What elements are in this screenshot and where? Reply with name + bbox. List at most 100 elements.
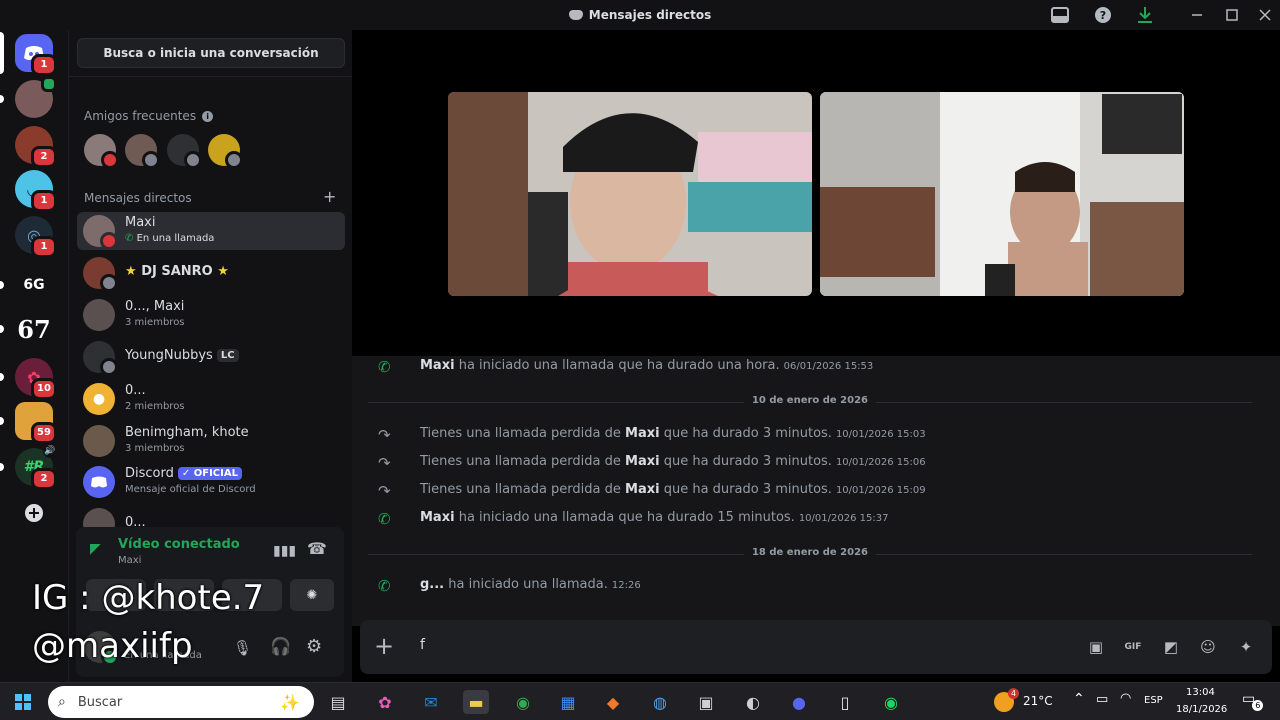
taskbar-search[interactable]: ⌕ Buscar ✨	[48, 686, 314, 718]
fl-studio-icon[interactable]: ◆	[600, 690, 626, 714]
discord-avatar	[83, 466, 115, 498]
video-tile-1[interactable]	[448, 92, 812, 296]
server-2-icon[interactable]: 2	[15, 126, 57, 168]
store-icon[interactable]: ▦	[555, 690, 581, 714]
minimize-icon[interactable]	[1187, 5, 1207, 25]
dm-item-maxi[interactable]: Maxi ✆ En una llamada	[77, 212, 345, 250]
dm-item-discord[interactable]: Discord ✓ OFICIAL Mensaje oficial de Disc…	[77, 463, 345, 501]
close-icon[interactable]	[1255, 5, 1275, 25]
gift-icon[interactable]: ▣	[1086, 637, 1106, 657]
windows-taskbar: ⌕ Buscar ✨ ▤ ✿ ✉ ▬ ◉ ▦ ◆ ◍ ▣ ◐ ● ▯ ◉ 4 2…	[0, 682, 1280, 720]
call-started-icon: ✆	[378, 577, 391, 595]
sound-wave-icon[interactable]: ▮▮▮	[273, 543, 296, 559]
overlay-instagram-handle: IG : @khote.7	[32, 578, 265, 618]
server-67-icon[interactable]: 67	[0, 310, 53, 348]
server-8-icon[interactable]: ✿ 10	[0, 358, 57, 400]
dm-item-group-2[interactable]: ● 0... 2 miembros	[77, 380, 345, 418]
obs-icon[interactable]: ◐	[740, 690, 766, 714]
missed-call-message: Tienes una llamada perdida de Maxi que h…	[420, 426, 926, 441]
group-avatar	[83, 299, 115, 331]
attach-plus-icon[interactable]: +	[372, 634, 396, 659]
search-conversation-button[interactable]: Busca o inicia una conversación	[77, 38, 345, 68]
dm-item-youngnubbys[interactable]: YoungNubbys LC	[77, 338, 345, 376]
missed-call-message: Tienes una llamada perdida de Maxi que h…	[420, 454, 926, 469]
windows-start-icon[interactable]	[10, 690, 36, 714]
server-9-icon[interactable]: 59	[0, 402, 57, 444]
clock-time[interactable]: 13:04	[1186, 687, 1215, 698]
missed-call-icon: ↷	[378, 454, 391, 472]
svg-text:?: ?	[1100, 9, 1106, 22]
dm-item-benimgham-khote[interactable]: Benimgham, khote 3 miembros	[77, 422, 345, 460]
headphones-icon[interactable]: 🎧	[270, 637, 291, 657]
chevron-up-icon[interactable]: ⌃	[1073, 691, 1085, 707]
dm-item-group-maxi[interactable]: 0..., Maxi 3 miembros	[77, 296, 345, 334]
message-input[interactable]: f	[420, 637, 425, 653]
call-message: g... ha iniciado una llamada. 12:26	[420, 577, 641, 592]
missed-call-icon: ↷	[378, 482, 391, 500]
maximize-icon[interactable]	[1222, 5, 1242, 25]
date-divider: 10 de enero de 2026	[368, 395, 1252, 406]
battery-icon[interactable]: ▭	[1096, 692, 1108, 707]
frequent-friend-avatar[interactable]	[167, 134, 202, 169]
inbox-icon[interactable]	[1050, 5, 1070, 25]
message-composer[interactable]: + f ▣ GIF ◩ ☺ ✦	[360, 620, 1272, 674]
help-icon[interactable]: ?	[1093, 5, 1113, 25]
wifi-icon[interactable]: ◠	[1120, 691, 1131, 706]
create-dm-plus-icon[interactable]: +	[323, 187, 336, 206]
info-icon[interactable]: i	[202, 110, 214, 122]
settings-gear-icon[interactable]: ⚙	[306, 636, 322, 657]
notification-icon[interactable]: ▭ 6	[1242, 691, 1264, 711]
chat-log: ✆ Maxi ha iniciado una llamada que ha du…	[352, 356, 1280, 626]
file-explorer-icon[interactable]: ▬	[463, 690, 489, 714]
soundboard-button[interactable]: ✺	[290, 579, 334, 611]
group-avatar: ●	[83, 383, 115, 415]
frequent-friend-avatar[interactable]	[84, 134, 119, 169]
clock-date[interactable]: 18/1/2026	[1176, 704, 1227, 715]
dm-item-dj-sanro[interactable]: ★ DJ SANRO ★	[77, 254, 345, 292]
qbittorrent-icon[interactable]: ◍	[647, 690, 673, 714]
frequent-friend-avatar[interactable]	[208, 134, 243, 169]
weather-icon[interactable]: 4	[994, 688, 1019, 712]
date-divider: 18 de enero de 2026	[368, 547, 1252, 558]
server-10-icon[interactable]: #R 🔊 2	[0, 444, 57, 490]
frequent-friends-title: Amigos frecuentes i	[84, 109, 214, 123]
discord-taskbar-icon[interactable]: ●	[786, 690, 812, 714]
video-live-icon	[41, 76, 57, 92]
app-icon[interactable]: ▣	[693, 690, 719, 714]
disconnect-icon[interactable]: ☎	[307, 539, 327, 558]
spotify-icon[interactable]: ◉	[878, 690, 904, 714]
chrome-icon[interactable]: ◉	[510, 690, 536, 714]
search-icon: ⌕	[58, 694, 66, 710]
call-started-icon: ✆	[378, 510, 391, 528]
add-server-button[interactable]	[15, 494, 53, 532]
server-6g-icon[interactable]: 6G	[0, 266, 53, 304]
task-view-icon[interactable]: ▤	[325, 690, 351, 714]
emoji-icon[interactable]: ☺	[1198, 637, 1218, 657]
video-tile-2[interactable]	[820, 92, 1184, 296]
apps-icon[interactable]: ✦	[1236, 637, 1256, 657]
copilot-icon[interactable]: ✿	[372, 690, 398, 714]
missed-call-icon: ↷	[378, 426, 391, 444]
sticker-icon[interactable]: ◩	[1161, 637, 1181, 657]
call-message: Maxi ha iniciado una llamada que ha dura…	[420, 358, 874, 373]
gif-icon[interactable]: GIF	[1123, 637, 1143, 657]
server-4-icon[interactable]: ◎ 1	[15, 216, 57, 258]
microphone-icon[interactable]: 🎙	[233, 639, 252, 657]
main-panel: ✆ Maxi ha iniciado una llamada que ha du…	[352, 30, 1280, 682]
outlook-icon[interactable]: ✉	[418, 690, 444, 714]
frequent-friend-avatar[interactable]	[125, 134, 160, 169]
call-started-icon: ✆	[378, 358, 391, 376]
official-tag: ✓ OFICIAL	[177, 467, 242, 480]
discord-home-button[interactable]: 1	[0, 32, 57, 76]
signal-icon: ◤	[90, 541, 101, 557]
call-area	[352, 30, 1280, 356]
overlay-handle-2: @maxiifp	[32, 626, 193, 666]
divider	[69, 76, 353, 77]
search-highlight-icon: ✨	[280, 692, 300, 712]
server-3-icon[interactable]: ◡ 1	[15, 170, 57, 212]
language-indicator[interactable]: ESP	[1144, 695, 1163, 706]
avatar	[83, 341, 118, 376]
server-1-icon[interactable]	[0, 76, 57, 118]
file-icon[interactable]: ▯	[832, 690, 858, 714]
download-icon[interactable]	[1135, 5, 1155, 25]
